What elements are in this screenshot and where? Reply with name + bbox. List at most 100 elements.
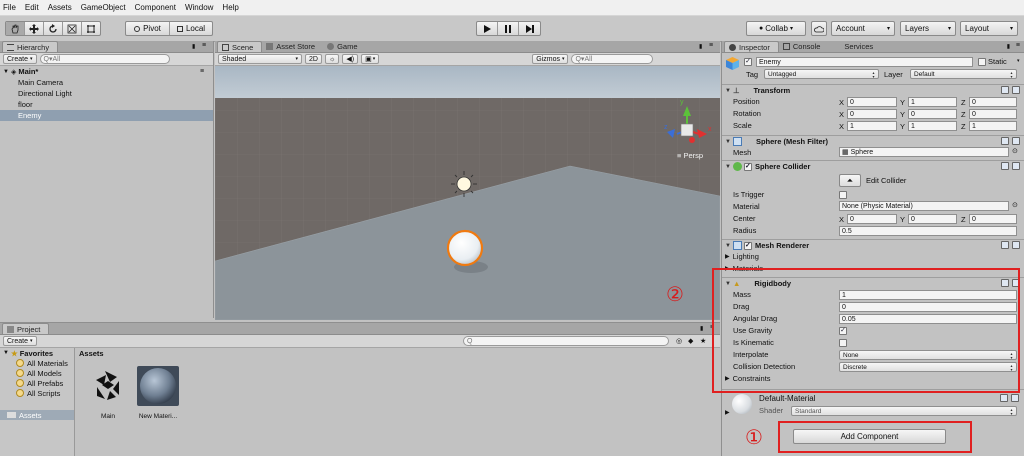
- gear-icon[interactable]: [1012, 241, 1020, 249]
- hierarchy-search-input[interactable]: Q▾All: [39, 54, 170, 64]
- position-z-input[interactable]: 0: [969, 97, 1017, 107]
- pivot-button[interactable]: Pivot: [126, 22, 170, 35]
- gizmos-dropdown[interactable]: Gizmos ▾: [532, 54, 569, 64]
- lighting-foldout[interactable]: ▶ Lighting: [725, 251, 759, 262]
- favorite-all-models[interactable]: All Models: [0, 368, 74, 378]
- cloud-button[interactable]: [811, 21, 827, 36]
- tag-dropdown[interactable]: Untagged: [764, 69, 879, 79]
- asset-item-new-material[interactable]: New Materi...: [135, 365, 181, 420]
- project-search-input[interactable]: Q: [463, 336, 669, 346]
- tab-hierarchy[interactable]: Hierarchy: [2, 41, 59, 52]
- menu-gameobject[interactable]: GameObject: [81, 3, 126, 12]
- menu-file[interactable]: File: [3, 3, 16, 12]
- local-button[interactable]: Local: [170, 22, 212, 35]
- lighting-toggle-button[interactable]: ☼: [324, 54, 340, 64]
- hand-tool-button[interactable]: [6, 22, 25, 35]
- filter-type-icon[interactable]: ◎: [676, 337, 682, 345]
- scale-tool-button[interactable]: [63, 22, 82, 35]
- asset-item-main[interactable]: Main: [86, 365, 130, 420]
- filter-label-icon[interactable]: ◆: [688, 337, 693, 345]
- play-button[interactable]: [477, 22, 498, 35]
- center-z-input[interactable]: 0: [969, 214, 1017, 224]
- radius-input[interactable]: 0.5: [839, 226, 1017, 236]
- step-button[interactable]: [519, 22, 540, 35]
- gear-icon[interactable]: [1012, 86, 1020, 94]
- layout-dropdown[interactable]: Layout ▾: [960, 21, 1018, 36]
- panel-menu-icon[interactable]: ≡: [709, 42, 713, 49]
- mesh-object-field[interactable]: ▦ Sphere: [839, 147, 1009, 157]
- lock-icon[interactable]: ▮: [1007, 43, 1010, 50]
- tab-scene[interactable]: Scene: [217, 41, 263, 52]
- object-picker-icon[interactable]: ⊙: [1012, 147, 1018, 155]
- transform-header[interactable]: ▼ ⊥ Transform: [722, 84, 1024, 96]
- tab-game[interactable]: Game: [323, 41, 365, 52]
- tab-services[interactable]: Services: [840, 41, 881, 52]
- shader-dropdown[interactable]: Standard: [791, 406, 1017, 416]
- menu-edit[interactable]: Edit: [25, 3, 39, 12]
- scene-search-input[interactable]: Q▾All: [571, 54, 654, 64]
- gear-icon[interactable]: [1011, 394, 1019, 402]
- hierarchy-item-directional-light[interactable]: Directional Light: [0, 88, 213, 99]
- hierarchy-item-floor[interactable]: floor: [0, 99, 213, 110]
- menu-help[interactable]: Help: [222, 3, 238, 12]
- mesh-renderer-enabled-checkbox[interactable]: ✓: [743, 241, 752, 250]
- sphere-collider-header[interactable]: ▼ ✓ Sphere Collider: [722, 160, 1024, 172]
- rotation-z-input[interactable]: 0: [969, 109, 1017, 119]
- rotate-tool-button[interactable]: [44, 22, 63, 35]
- scale-z-input[interactable]: 1: [969, 121, 1017, 131]
- object-picker-icon[interactable]: ⊙: [1012, 201, 1018, 209]
- position-x-input[interactable]: 0: [847, 97, 897, 107]
- collab-dropdown[interactable]: ● Collab ▾: [746, 21, 806, 36]
- lock-icon[interactable]: ▮: [700, 325, 703, 332]
- gear-icon[interactable]: [1012, 137, 1020, 145]
- gameobject-active-checkbox[interactable]: ✓: [744, 58, 752, 66]
- scene-viewport[interactable]: y x z ≡ Persp: [215, 66, 720, 320]
- move-tool-button[interactable]: [25, 22, 44, 35]
- menu-component[interactable]: Component: [135, 3, 176, 12]
- persp-label[interactable]: ≡ Persp: [677, 151, 703, 160]
- is-trigger-checkbox[interactable]: [839, 191, 847, 199]
- favorites-row[interactable]: ▼ ★ Favorites: [0, 348, 74, 358]
- edit-collider-button[interactable]: ⏶: [839, 174, 861, 187]
- object-name-input[interactable]: Enemy: [756, 57, 973, 67]
- scale-y-input[interactable]: 1: [908, 121, 957, 131]
- sphere-collider-enabled-checkbox[interactable]: ✓: [743, 162, 752, 171]
- center-y-input[interactable]: 0: [908, 214, 957, 224]
- project-create-button[interactable]: Create ▾: [3, 336, 37, 346]
- layer-dropdown[interactable]: Default: [910, 69, 1017, 79]
- help-icon[interactable]: [1001, 86, 1009, 94]
- rect-tool-button[interactable]: [82, 22, 100, 35]
- favorite-all-scripts[interactable]: All Scripts: [0, 388, 74, 398]
- collider-material-field[interactable]: None (Physic Material): [839, 201, 1009, 211]
- menu-assets[interactable]: Assets: [48, 3, 72, 12]
- static-checkbox[interactable]: [978, 58, 986, 66]
- center-x-input[interactable]: 0: [847, 214, 897, 224]
- help-icon[interactable]: [1001, 241, 1009, 249]
- help-icon[interactable]: [1000, 394, 1008, 402]
- tab-asset-store[interactable]: Asset Store: [262, 41, 323, 52]
- tab-project[interactable]: Project: [2, 323, 50, 334]
- tab-console[interactable]: Console: [779, 41, 829, 52]
- tab-inspector[interactable]: Inspector: [724, 41, 779, 52]
- effects-toggle-button[interactable]: ▣ ▾: [361, 54, 380, 64]
- scene-root-row[interactable]: ▼ ◈ Main* ≡: [0, 66, 213, 77]
- hierarchy-create-button[interactable]: Create ▾: [3, 54, 37, 64]
- rotation-x-input[interactable]: 0: [847, 109, 897, 119]
- scale-x-input[interactable]: 1: [847, 121, 897, 131]
- mesh-filter-header[interactable]: ▼ Sphere (Mesh Filter): [722, 135, 1024, 147]
- help-icon[interactable]: [1001, 137, 1009, 145]
- audio-toggle-button[interactable]: ◀): [342, 54, 359, 64]
- gear-icon[interactable]: [1012, 162, 1020, 170]
- pause-button[interactable]: [498, 22, 519, 35]
- panel-menu-icon[interactable]: ≡: [202, 42, 206, 49]
- assets-root-row[interactable]: Assets: [0, 410, 74, 420]
- rotation-y-input[interactable]: 0: [908, 109, 957, 119]
- account-dropdown[interactable]: Account ▾: [831, 21, 895, 36]
- lock-icon[interactable]: ▮: [699, 43, 702, 50]
- position-y-input[interactable]: 1: [908, 97, 957, 107]
- toggle-2d-button[interactable]: 2D: [305, 54, 322, 64]
- shading-dropdown[interactable]: Shaded ▾: [218, 54, 302, 64]
- help-icon[interactable]: [1001, 162, 1009, 170]
- lock-icon[interactable]: ▮: [192, 43, 195, 50]
- star-filter-icon[interactable]: ★: [700, 337, 706, 345]
